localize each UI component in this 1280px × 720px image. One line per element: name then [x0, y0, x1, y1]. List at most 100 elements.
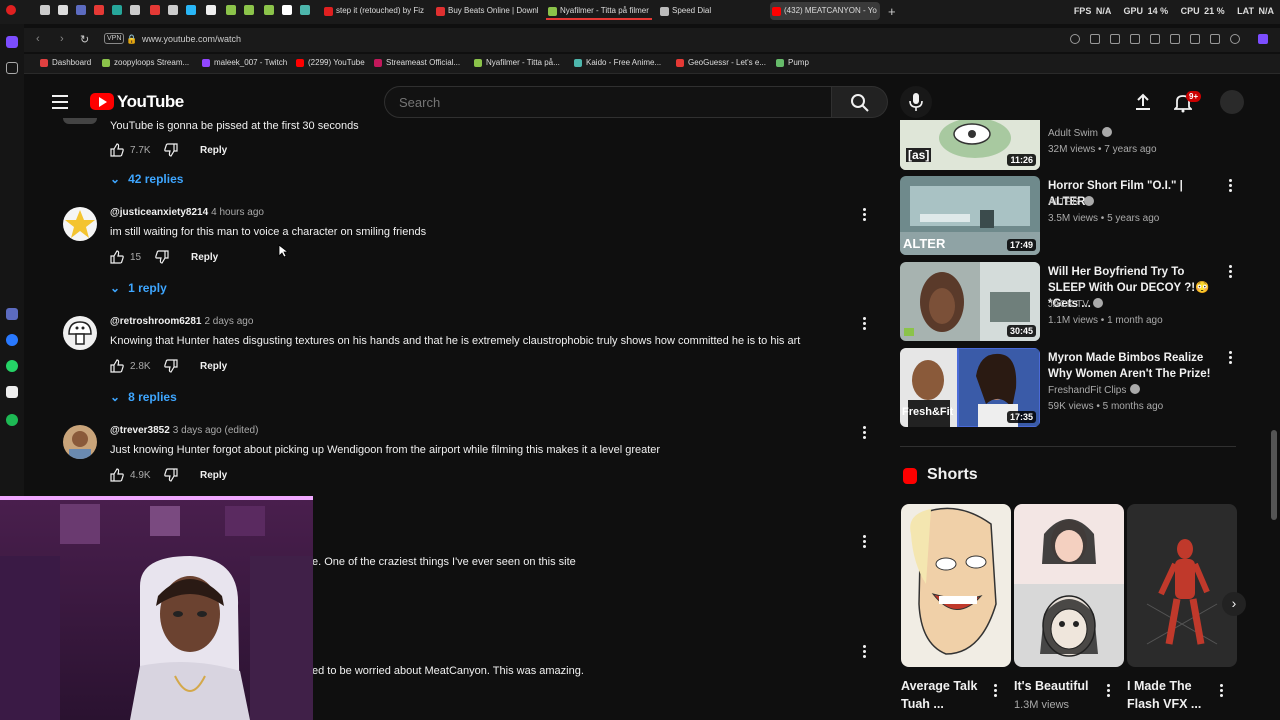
comment-timestamp[interactable]: 4 hours ago — [211, 207, 264, 218]
comment-timestamp[interactable]: 3 days ago (edited) — [173, 425, 259, 436]
comment-author[interactable]: @trever3852 — [110, 425, 170, 436]
pinned-tab-icon[interactable] — [130, 5, 140, 15]
video-thumbnail[interactable]: [as] 11:26 — [900, 120, 1040, 170]
pinned-tab-icon[interactable] — [300, 5, 310, 15]
heart-icon[interactable] — [1170, 34, 1180, 44]
youtube-logo-text[interactable]: YouTube — [117, 92, 184, 112]
upload-icon[interactable] — [1134, 93, 1152, 111]
shorts-next-button[interactable]: › — [1222, 592, 1246, 616]
comment-timestamp[interactable]: 2 days ago — [204, 316, 253, 327]
avatar[interactable] — [63, 316, 97, 350]
like-icon[interactable] — [110, 359, 124, 373]
avatar[interactable] — [63, 118, 97, 124]
video-more-icon[interactable] — [1227, 265, 1233, 279]
dislike-icon[interactable] — [164, 143, 178, 157]
pinned-tab-icon[interactable] — [40, 5, 50, 15]
aria-icon[interactable] — [6, 308, 18, 320]
bookmark-dashboard[interactable]: Dashboard — [40, 58, 91, 67]
short-thumbnail[interactable] — [1127, 504, 1237, 667]
tab-nyafilmer[interactable]: Nyafilmer - Titta på filmer — [546, 2, 652, 20]
avatar[interactable] — [63, 207, 97, 241]
short-title[interactable]: I Made The Flash VFX ... — [1127, 677, 1213, 713]
pinned-tab-icon[interactable] — [112, 5, 122, 15]
url-input[interactable] — [142, 34, 542, 44]
spotify-icon[interactable] — [6, 414, 18, 426]
search-button[interactable] — [832, 86, 888, 118]
menu-icon[interactable] — [1210, 34, 1220, 44]
related-video-item[interactable]: Fresh&Fit 17:35 Myron Made Bimbos Realiz… — [900, 348, 1245, 428]
play-icon[interactable] — [1150, 34, 1160, 44]
back-icon[interactable]: ‹ — [36, 33, 40, 45]
video-more-icon[interactable] — [1227, 179, 1233, 193]
pinned-tab-icon[interactable] — [244, 5, 254, 15]
tab-buy-beats[interactable]: Buy Beats Online | Downl — [434, 2, 540, 20]
scrollbar-thumb[interactable] — [1271, 430, 1277, 520]
bookmark-zoopyloops[interactable]: zoopyloops Stream... — [102, 58, 189, 67]
tab-speed-dial[interactable]: Speed Dial — [658, 2, 764, 20]
reply-button[interactable]: Reply — [200, 470, 227, 481]
voice-search-button[interactable] — [900, 86, 932, 118]
bookmark-streameast[interactable]: Streameast Official... — [374, 58, 460, 67]
x-icon[interactable] — [6, 386, 18, 398]
edit-icon[interactable] — [1090, 34, 1100, 44]
view-replies-button[interactable]: ⌄ 42 replies — [110, 172, 183, 186]
camera-icon[interactable] — [1110, 34, 1120, 44]
like-icon[interactable] — [110, 143, 124, 157]
reload-icon[interactable]: ↻ — [80, 33, 89, 46]
messenger-icon[interactable] — [6, 334, 18, 346]
search-icon[interactable] — [1070, 34, 1080, 44]
bookmark-twitch[interactable]: maleek_007 - Twitch — [202, 58, 287, 67]
tab-step-it[interactable]: step it (retouched) by Fiz — [322, 2, 428, 20]
view-replies-button[interactable]: ⌄ 8 replies — [110, 390, 177, 404]
whatsapp-icon[interactable] — [6, 360, 18, 372]
pinned-tab-icon[interactable] — [186, 5, 196, 15]
comment-more-icon[interactable] — [859, 317, 869, 331]
shield-icon[interactable] — [1130, 34, 1140, 44]
dislike-icon[interactable] — [164, 468, 178, 482]
comment-author[interactable]: @retroshroom6281 — [110, 316, 201, 327]
comment-more-icon[interactable] — [859, 426, 869, 440]
video-thumbnail[interactable]: 30:45 — [900, 262, 1040, 341]
bookmark-youtube[interactable]: (2299) YouTube — [296, 58, 365, 67]
video-thumbnail[interactable]: ALTER 17:49 — [900, 176, 1040, 255]
pinned-tab-icon[interactable] — [94, 5, 104, 15]
pinned-tab-icon[interactable] — [282, 5, 292, 15]
extensions-icon[interactable] — [1258, 34, 1268, 44]
short-thumbnail[interactable] — [1014, 504, 1124, 667]
comment-more-icon[interactable] — [859, 535, 869, 549]
opera-icon[interactable] — [6, 5, 16, 15]
reply-button[interactable]: Reply — [200, 361, 227, 372]
pinned-tab-icon[interactable] — [150, 5, 160, 15]
avatar[interactable] — [63, 425, 97, 459]
pinned-tab-icon[interactable] — [206, 5, 216, 15]
video-more-icon[interactable] — [1227, 351, 1233, 365]
related-video-item[interactable]: ALTER 17:49 Horror Short Film "O.I." | A… — [900, 176, 1245, 256]
related-video-item[interactable]: [as] 11:26 Adult Swim 32M views • 7 year… — [900, 120, 1245, 170]
vpn-badge[interactable]: VPN — [104, 33, 125, 44]
search-box[interactable] — [384, 86, 832, 118]
comment-more-icon[interactable] — [859, 208, 869, 222]
like-icon[interactable] — [110, 250, 124, 264]
pinned-tab-icon[interactable] — [264, 5, 274, 15]
search-input[interactable] — [399, 95, 799, 110]
video-title[interactable]: Myron Made Bimbos Realize Why Women Aren… — [1048, 350, 1223, 382]
video-channel[interactable]: FreshandFit Clips — [1048, 384, 1141, 396]
dislike-icon[interactable] — [155, 250, 169, 264]
bookmark-geoguessr[interactable]: GeoGuessr - Let's e... — [676, 58, 766, 67]
profile-icon[interactable] — [1230, 34, 1240, 44]
download-icon[interactable] — [1190, 34, 1200, 44]
comment-author[interactable]: @justiceanxiety8214 — [110, 207, 208, 218]
bookmark-pump[interactable]: Pump — [776, 58, 809, 67]
pinned-tab-icon[interactable] — [226, 5, 236, 15]
pinned-tab-icon[interactable] — [76, 5, 86, 15]
bookmark-icon[interactable] — [6, 62, 18, 74]
youtube-logo-icon[interactable] — [90, 93, 114, 110]
hamburger-menu-icon[interactable] — [52, 95, 68, 109]
view-replies-button[interactable]: ⌄ 1 reply — [110, 281, 167, 295]
reply-button[interactable]: Reply — [191, 252, 218, 263]
dislike-icon[interactable] — [164, 359, 178, 373]
video-channel[interactable]: ALTER — [1048, 196, 1094, 208]
short-more-icon[interactable] — [1105, 684, 1111, 698]
video-channel[interactable]: JACK TV — [1048, 298, 1103, 310]
new-tab-button[interactable]: + — [888, 4, 896, 19]
